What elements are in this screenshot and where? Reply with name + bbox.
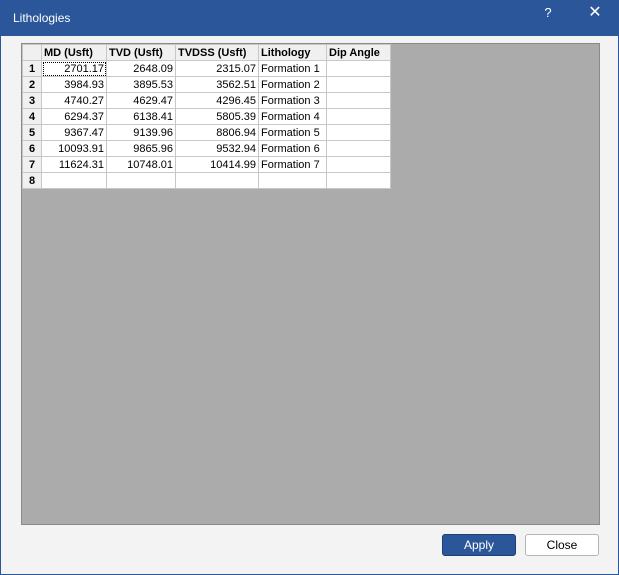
lithology-table: MD (Usft) TVD (Usft) TVDSS (Usft) Lithol… bbox=[22, 44, 391, 189]
tvd-cell[interactable]: 10748.01 bbox=[106, 156, 176, 173]
close-icon[interactable]: ✕ bbox=[572, 1, 618, 29]
tvdss-cell[interactable]: 9532.94 bbox=[175, 140, 259, 157]
table-row: 4 6294.37 6138.41 5805.39 Formation 4 bbox=[22, 108, 391, 125]
md-cell[interactable]: 9367.47 bbox=[41, 124, 107, 141]
tvdss-cell[interactable]: 3562.51 bbox=[175, 76, 259, 93]
md-cell[interactable] bbox=[41, 172, 107, 189]
column-header-lithology[interactable]: Lithology bbox=[258, 44, 327, 61]
row-header[interactable]: 6 bbox=[22, 140, 42, 157]
row-header[interactable]: 5 bbox=[22, 124, 42, 141]
tvd-cell[interactable]: 2648.09 bbox=[106, 60, 176, 77]
table-row: 8 bbox=[22, 172, 391, 189]
tvd-cell[interactable]: 9865.96 bbox=[106, 140, 176, 157]
column-header-tvdss[interactable]: TVDSS (Usft) bbox=[175, 44, 259, 61]
row-header[interactable]: 1 bbox=[22, 60, 42, 77]
tvdss-cell[interactable]: 10414.99 bbox=[175, 156, 259, 173]
row-header[interactable]: 3 bbox=[22, 92, 42, 109]
lithology-cell[interactable]: Formation 4 bbox=[258, 108, 327, 125]
tvdss-cell[interactable]: 2315.07 bbox=[175, 60, 259, 77]
window-title: Lithologies bbox=[13, 11, 71, 25]
dip-angle-cell[interactable] bbox=[326, 140, 391, 157]
dip-angle-cell[interactable] bbox=[326, 124, 391, 141]
row-header[interactable]: 4 bbox=[22, 108, 42, 125]
lithologies-dialog: Lithologies ? ✕ MD (Usft) TVD (Usft) TVD… bbox=[0, 0, 619, 575]
title-bar: Lithologies ? ✕ bbox=[1, 1, 618, 36]
corner-cell[interactable] bbox=[22, 44, 42, 61]
tvd-cell[interactable] bbox=[106, 172, 176, 189]
lithology-cell[interactable]: Formation 6 bbox=[258, 140, 327, 157]
header-row: MD (Usft) TVD (Usft) TVDSS (Usft) Lithol… bbox=[22, 44, 391, 61]
dip-angle-cell[interactable] bbox=[326, 172, 391, 189]
md-cell[interactable]: 11624.31 bbox=[41, 156, 107, 173]
row-header[interactable]: 2 bbox=[22, 76, 42, 93]
apply-button[interactable]: Apply bbox=[442, 534, 516, 556]
tvdss-cell[interactable] bbox=[175, 172, 259, 189]
lithology-cell[interactable]: Formation 2 bbox=[258, 76, 327, 93]
lithology-cell[interactable]: Formation 7 bbox=[258, 156, 327, 173]
dip-angle-cell[interactable] bbox=[326, 60, 391, 77]
md-cell[interactable]: 3984.93 bbox=[41, 76, 107, 93]
tvdss-cell[interactable]: 4296.45 bbox=[175, 92, 259, 109]
column-header-md[interactable]: MD (Usft) bbox=[41, 44, 107, 61]
close-button[interactable]: Close bbox=[525, 534, 599, 556]
tvdss-cell[interactable]: 5805.39 bbox=[175, 108, 259, 125]
tvd-cell[interactable]: 4629.47 bbox=[106, 92, 176, 109]
md-cell[interactable]: 10093.91 bbox=[41, 140, 107, 157]
table-row: 2 3984.93 3895.53 3562.51 Formation 2 bbox=[22, 76, 391, 93]
tvd-cell[interactable]: 6138.41 bbox=[106, 108, 176, 125]
table-row: 6 10093.91 9865.96 9532.94 Formation 6 bbox=[22, 140, 391, 157]
row-header[interactable]: 8 bbox=[22, 172, 42, 189]
column-header-dip-angle[interactable]: Dip Angle bbox=[326, 44, 391, 61]
md-cell[interactable]: 2701.17 bbox=[41, 60, 107, 77]
md-cell[interactable]: 6294.37 bbox=[41, 108, 107, 125]
table-row: 7 11624.31 10748.01 10414.99 Formation 7 bbox=[22, 156, 391, 173]
row-header[interactable]: 7 bbox=[22, 156, 42, 173]
help-icon[interactable]: ? bbox=[525, 1, 571, 29]
lithology-cell[interactable]: Formation 5 bbox=[258, 124, 327, 141]
dip-angle-cell[interactable] bbox=[326, 92, 391, 109]
lithology-cell[interactable]: Formation 3 bbox=[258, 92, 327, 109]
lithology-grid[interactable]: MD (Usft) TVD (Usft) TVDSS (Usft) Lithol… bbox=[21, 43, 600, 525]
column-header-tvd[interactable]: TVD (Usft) bbox=[106, 44, 176, 61]
tvd-cell[interactable]: 3895.53 bbox=[106, 76, 176, 93]
dip-angle-cell[interactable] bbox=[326, 108, 391, 125]
table-row: 3 4740.27 4629.47 4296.45 Formation 3 bbox=[22, 92, 391, 109]
md-cell[interactable]: 4740.27 bbox=[41, 92, 107, 109]
tvdss-cell[interactable]: 8806.94 bbox=[175, 124, 259, 141]
dip-angle-cell[interactable] bbox=[326, 156, 391, 173]
lithology-cell[interactable] bbox=[258, 172, 327, 189]
table-row: 1 2701.17 2648.09 2315.07 Formation 1 bbox=[22, 60, 391, 77]
dip-angle-cell[interactable] bbox=[326, 76, 391, 93]
tvd-cell[interactable]: 9139.96 bbox=[106, 124, 176, 141]
table-row: 5 9367.47 9139.96 8806.94 Formation 5 bbox=[22, 124, 391, 141]
lithology-cell[interactable]: Formation 1 bbox=[258, 60, 327, 77]
